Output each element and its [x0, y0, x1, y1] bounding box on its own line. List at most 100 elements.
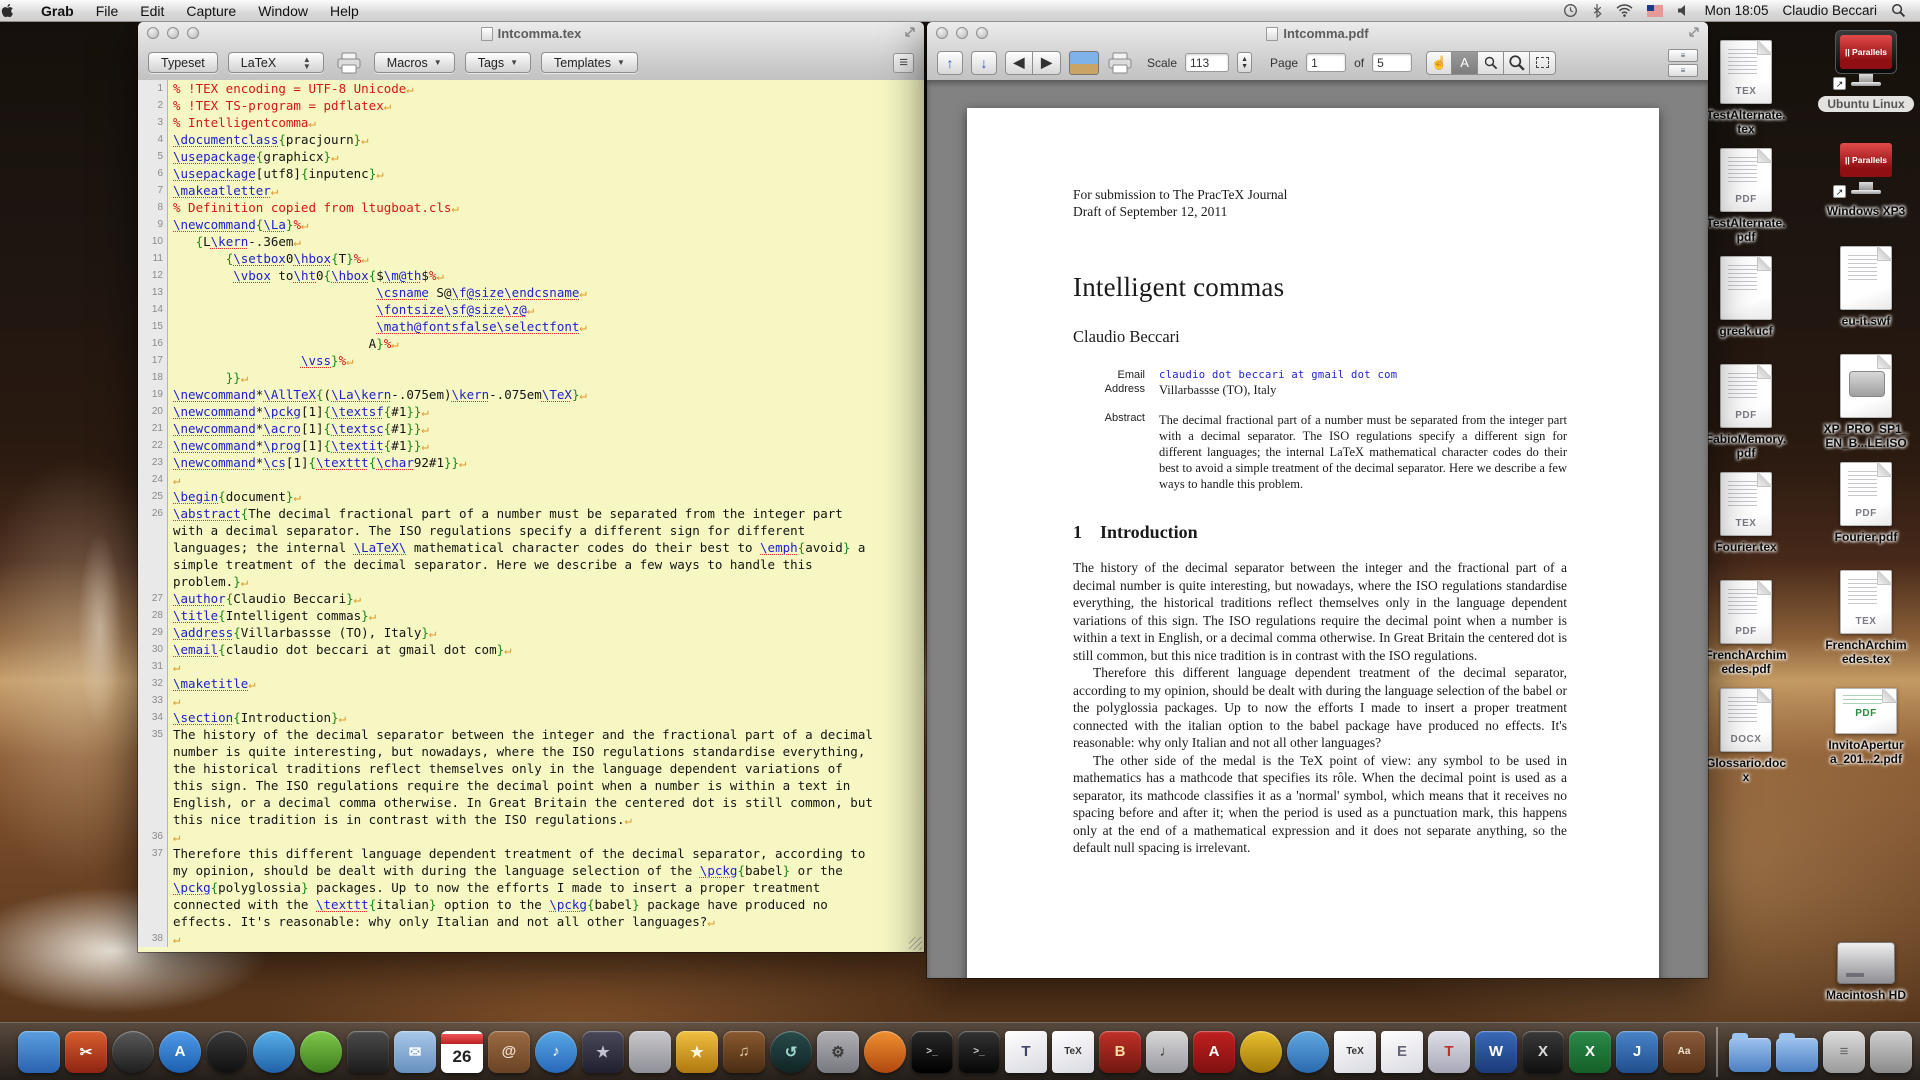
- dock-blue-orb-icon[interactable]: [1287, 1031, 1329, 1073]
- page-up-button[interactable]: ↑: [937, 51, 963, 75]
- dock-aperture-icon[interactable]: [112, 1031, 154, 1073]
- resize-grip[interactable]: [909, 937, 922, 950]
- dock-safari-icon[interactable]: [253, 1031, 295, 1073]
- dock-dark-pad-icon[interactable]: [347, 1031, 389, 1073]
- single-page-layout-button[interactable]: ≡: [1668, 49, 1698, 62]
- print-icon[interactable]: [336, 52, 362, 74]
- menu-item-file[interactable]: File: [85, 0, 130, 22]
- desktop-icon-frencharchimedes-pdf[interactable]: PDFFrenchArchimedes.pdf: [1705, 580, 1786, 688]
- text-select-tool[interactable]: A: [1452, 51, 1478, 75]
- menu-item-grab[interactable]: Grab: [30, 0, 85, 22]
- dock-garageband-icon[interactable]: ♫: [723, 1031, 765, 1073]
- desktop-icon-fourier-pdf[interactable]: PDFFourier.pdf: [1835, 462, 1898, 570]
- dock-stacks-icon[interactable]: ≡: [1823, 1031, 1865, 1073]
- back-button[interactable]: ◀: [1005, 51, 1033, 75]
- dock-tex-editor-icon[interactable]: TeX: [1052, 1031, 1094, 1073]
- desktop-icon-fabiomemory-pdf[interactable]: PDFFabioMemory.pdf: [1706, 364, 1786, 472]
- templates-popup[interactable]: Templates▼: [541, 52, 638, 73]
- dock-itexmac-icon[interactable]: T: [1428, 1031, 1470, 1073]
- dock-excel-icon[interactable]: X: [1569, 1031, 1611, 1073]
- dock-java-icon[interactable]: J: [1616, 1031, 1658, 1073]
- apple-menu-icon[interactable]: [0, 3, 30, 18]
- dock-imovie-icon[interactable]: ★: [582, 1031, 624, 1073]
- dock-lilypond-icon[interactable]: ♩: [1146, 1031, 1188, 1073]
- zoom-button[interactable]: [187, 27, 199, 39]
- volume-icon[interactable]: [1677, 4, 1691, 17]
- menu-clock[interactable]: Mon 18:05: [1705, 3, 1769, 18]
- desktop-icon-xp-pro-sp1-en-b-le-iso[interactable]: XP_PRO_SP1_EN_B...LE.ISO: [1824, 354, 1909, 462]
- macros-popup[interactable]: Macros▼: [374, 52, 455, 73]
- drawer-thumbnail-button[interactable]: [1069, 51, 1099, 75]
- zoom-out-tool[interactable]: [1478, 51, 1504, 75]
- minimize-button[interactable]: [956, 27, 968, 39]
- print-icon[interactable]: [1107, 52, 1133, 74]
- rect-select-tool[interactable]: [1530, 51, 1556, 75]
- close-button[interactable]: [936, 27, 948, 39]
- dock-time-machine-icon[interactable]: ↺: [770, 1031, 812, 1073]
- zoom-in-tool[interactable]: [1504, 51, 1530, 75]
- desktop-icon-eu-it-swf[interactable]: eu-it.swf: [1840, 246, 1892, 354]
- resize-arrow-icon[interactable]: [1688, 26, 1700, 38]
- menu-item-capture[interactable]: Capture: [175, 0, 247, 22]
- source-editor[interactable]: 1% !TEX encoding = UTF-8 Unicode↵2% !TEX…: [138, 80, 924, 952]
- tex-window-titlebar[interactable]: Intcomma.tex: [138, 22, 924, 45]
- engine-popup[interactable]: LaTeX ▲▼: [228, 52, 324, 73]
- dock-excalibur-icon[interactable]: E: [1381, 1031, 1423, 1073]
- dock-mail-icon[interactable]: ✉: [394, 1031, 436, 1073]
- dock-dictionary-icon[interactable]: Aa: [1663, 1031, 1705, 1073]
- dock-adobe-reader-icon[interactable]: A: [1193, 1031, 1235, 1073]
- desktop-icon-invitoapertura-201-2-pdf[interactable]: PDFInvitoApertura_201...2.pdf: [1828, 678, 1903, 786]
- bluetooth-icon[interactable]: [1592, 3, 1602, 18]
- desktop-icon-testalternate-pdf[interactable]: PDFTestAlternate.pdf: [1706, 148, 1785, 256]
- dock-dashboard-icon[interactable]: [206, 1031, 248, 1073]
- dock-texshop-icon[interactable]: TeX: [1334, 1031, 1376, 1073]
- dock-itunes-icon[interactable]: ♪: [535, 1031, 577, 1073]
- tags-popup[interactable]: Tags▼: [465, 52, 531, 73]
- desktop-icon-fourier-tex[interactable]: TEXFourier.tex: [1715, 472, 1776, 580]
- dock-folder-applications-icon[interactable]: [1776, 1038, 1818, 1072]
- pdf-window-titlebar[interactable]: Intcomma.pdf: [927, 22, 1708, 45]
- page-input[interactable]: 1: [1306, 53, 1346, 72]
- two-page-layout-button[interactable]: ≡: [1668, 64, 1698, 77]
- desktop-icon-testalternate-tex[interactable]: TEXTestAlternate.tex: [1706, 40, 1785, 148]
- dock-x11-icon[interactable]: X: [1522, 1031, 1564, 1073]
- menu-user[interactable]: Claudio Beccari: [1782, 3, 1877, 18]
- dock-app-store-icon[interactable]: A: [159, 1031, 201, 1073]
- zoom-button[interactable]: [976, 27, 988, 39]
- dock-iphoto-icon[interactable]: [629, 1031, 671, 1073]
- minimize-button[interactable]: [167, 27, 179, 39]
- menu-item-edit[interactable]: Edit: [129, 0, 175, 22]
- hand-tool[interactable]: ☝: [1426, 51, 1452, 75]
- dock-terminal-2-icon[interactable]: >_: [958, 1031, 1000, 1073]
- dock-bibdesk-icon[interactable]: B: [1099, 1031, 1141, 1073]
- dock-trash-icon[interactable]: [1870, 1031, 1912, 1073]
- desktop-icon-macintosh-hd[interactable]: Macintosh HD: [1826, 928, 1906, 1036]
- wifi-icon[interactable]: [1616, 4, 1633, 17]
- time-machine-icon[interactable]: [1563, 3, 1578, 18]
- scale-input[interactable]: 113: [1185, 53, 1229, 72]
- dock-folder-documents-icon[interactable]: [1729, 1038, 1771, 1072]
- menu-item-help[interactable]: Help: [319, 0, 370, 22]
- dock-finder-icon[interactable]: [18, 1031, 60, 1073]
- dock-texworks-icon[interactable]: T: [1005, 1031, 1047, 1073]
- spotlight-icon[interactable]: [1891, 3, 1906, 18]
- dock-firefox-icon[interactable]: [864, 1031, 906, 1073]
- dock-green-orb-icon[interactable]: [300, 1031, 342, 1073]
- menu-item-window[interactable]: Window: [247, 0, 319, 22]
- us-flag-icon[interactable]: [1647, 5, 1663, 17]
- dock-terminal-icon[interactable]: >_: [911, 1031, 953, 1073]
- dock-yarn-ball-icon[interactable]: [1240, 1031, 1282, 1073]
- dock-system-preferences-icon[interactable]: ⚙: [817, 1031, 859, 1073]
- pdf-scroll-area[interactable]: For submission to The PracTeX Journal Dr…: [927, 80, 1708, 978]
- desktop-icon-greek-ucf[interactable]: greek.ucf: [1719, 256, 1772, 364]
- scale-stepper[interactable]: ▲▼: [1237, 52, 1252, 73]
- dock-grab-icon[interactable]: ✂: [65, 1031, 107, 1073]
- dock-ical-icon[interactable]: 26: [441, 1031, 483, 1073]
- desktop-icon-ubuntu-linux[interactable]: || Parallels↗Ubuntu Linux: [1818, 30, 1913, 138]
- desktop-icon-windows-xp3[interactable]: || Parallels↗Windows XP3: [1827, 138, 1906, 246]
- forward-button[interactable]: ▶: [1033, 51, 1061, 75]
- resize-arrow-icon[interactable]: [904, 26, 916, 38]
- dock-gold-star-icon[interactable]: ★: [676, 1031, 718, 1073]
- typeset-button[interactable]: Typeset: [148, 52, 218, 73]
- dock-word-icon[interactable]: W: [1475, 1031, 1517, 1073]
